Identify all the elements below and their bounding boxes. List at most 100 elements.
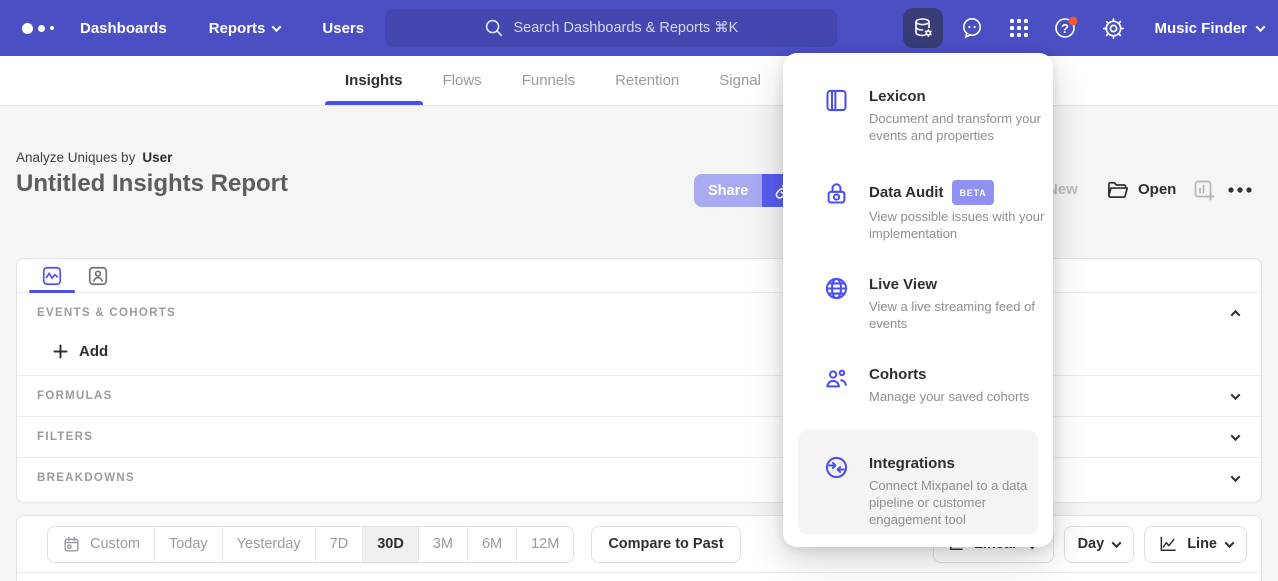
range-30d-button[interactable]: 30D [362,527,418,562]
filters-label: FILTERS [37,431,93,443]
query-builder-panel: EVENTS & COHORTS Add FORMULAS FILTERS [16,258,1262,503]
range-label: Custom [90,536,140,552]
breakdowns-label: BREAKDOWNS [37,472,135,484]
chevron-up-icon[interactable] [1232,304,1239,322]
menu-item-title: Integrations [869,454,1047,474]
data-management-icon[interactable] [903,8,943,48]
chart-type-dropdown[interactable]: Line [1144,526,1247,563]
menu-item-live-view[interactable]: Live View View a live streaming feed of … [798,275,1038,365]
section-filters[interactable]: FILTERS [17,416,1261,457]
nav-users[interactable]: Users [322,20,364,37]
nav-dashboards[interactable]: Dashboards [80,20,167,37]
ellipsis-icon [1227,186,1253,194]
project-name: Music Finder [1154,20,1247,37]
menu-item-title: Data Audit BETA [869,180,1047,205]
line-chart-icon [1158,534,1178,554]
tab-retention[interactable]: Retention [595,56,699,105]
date-toolbar: Custom Today Yesterday 7D 30D 3M 6M 12M … [17,516,1261,573]
menu-item-title-text: Data Audit [869,183,943,203]
section-formulas[interactable]: FORMULAS [17,375,1261,416]
menu-item-title: Cohorts [869,365,1047,385]
tab-signal[interactable]: Signal [699,56,781,105]
add-event-row: Add [17,327,1261,375]
topnav-right-cluster: ? Music Finder [903,0,1264,56]
menu-item-integrations[interactable]: Integrations Connect Mixpanel to a data … [798,430,1038,534]
project-switcher[interactable]: Music Finder [1154,20,1264,37]
nav-reports-label: Reports [209,20,266,37]
tab-events-view[interactable] [29,259,75,292]
chevron-down-icon [1232,428,1239,446]
interval-dropdown[interactable]: Day [1064,526,1135,563]
subtitle-prefix: Analyze Uniques by [16,150,135,165]
section-events-cohorts[interactable]: EVENTS & COHORTS [17,293,1261,327]
apps-grid-icon[interactable] [1001,10,1037,46]
menu-item-data-audit[interactable]: Data Audit BETA View possible issues wit… [798,180,1038,275]
compare-to-past-button[interactable]: Compare to Past [591,526,740,563]
mixpanel-logo-icon[interactable] [22,23,62,34]
report-tabbar: Insights Flows Funnels Retention Signal … [0,56,1278,106]
open-report-button[interactable]: Open [1106,178,1176,201]
tab-funnels[interactable]: Funnels [502,56,595,105]
menu-item-desc: Manage your saved cohorts [869,388,1047,405]
report-subtitle: Analyze Uniques by User [16,150,172,165]
menu-item-title: Live View [869,275,1047,295]
menu-item-desc: View possible issues with your implement… [869,208,1047,242]
chart-panel: Custom Today Yesterday 7D 30D 3M 6M 12M … [16,515,1262,581]
top-navbar: Dashboards Reports Users [0,0,1278,56]
add-to-dashboard-icon[interactable] [1192,178,1216,202]
nav-reports[interactable]: Reports [209,20,281,37]
tab-users-view[interactable] [75,259,121,292]
events-cohorts-label: EVENTS & COHORTS [37,307,176,319]
search-input[interactable] [514,20,739,36]
folder-open-icon [1106,178,1129,201]
chat-icon[interactable] [954,10,990,46]
settings-gear-icon[interactable] [1095,10,1131,46]
chevron-down-icon [1256,22,1266,32]
plus-icon [53,344,68,359]
svg-text:?: ? [1062,21,1070,36]
range-12m-button[interactable]: 12M [516,527,573,562]
cohorts-people-icon [823,365,850,392]
primary-nav: Dashboards Reports Users [80,20,364,37]
chevron-down-icon [1232,469,1239,487]
range-6m-button[interactable]: 6M [467,527,516,562]
calendar-icon [62,535,81,554]
search-icon [484,18,504,38]
global-search[interactable] [385,9,837,47]
range-yesterday-button[interactable]: Yesterday [222,527,315,562]
analyze-entity-selector[interactable]: User [142,150,172,165]
add-event-button[interactable]: Add [53,343,108,360]
range-3m-button[interactable]: 3M [418,527,467,562]
chart-type-label: Line [1187,536,1217,552]
range-today-button[interactable]: Today [154,527,222,562]
globe-icon [823,275,850,302]
builder-icon-tabs [17,259,1261,293]
help-icon[interactable]: ? [1048,10,1084,46]
range-custom-button[interactable]: Custom [48,527,154,562]
more-options-button[interactable] [1227,186,1253,194]
menu-item-title: Lexicon [869,87,1047,107]
add-label: Add [79,343,108,360]
tab-insights[interactable]: Insights [325,56,423,105]
lock-icon [823,180,850,207]
pulse-chart-icon [41,265,63,287]
share-button[interactable]: Share [694,174,762,207]
interval-label: Day [1078,536,1105,552]
beta-badge: BETA [952,180,993,205]
app-window: Dashboards Reports Users [0,0,1278,581]
open-label: Open [1138,181,1176,198]
menu-item-cohorts[interactable]: Cohorts Manage your saved cohorts [798,365,1038,430]
menu-item-desc: View a live streaming feed of events [869,298,1047,332]
menu-item-lexicon[interactable]: Lexicon Document and transform your even… [798,87,1038,180]
page-title[interactable]: Untitled Insights Report [16,170,288,198]
range-7d-button[interactable]: 7D [315,527,363,562]
chevron-down-icon [272,22,282,32]
menu-item-desc: Connect Mixpanel to a data pipeline or c… [869,477,1047,528]
tab-flows[interactable]: Flows [423,56,502,105]
section-breakdowns[interactable]: BREAKDOWNS [17,457,1261,498]
chevron-down-icon [1112,538,1122,548]
integrations-sync-icon [823,454,850,481]
menu-item-desc: Document and transform your events and p… [869,110,1047,144]
person-icon [87,265,109,287]
formulas-label: FORMULAS [37,390,113,402]
